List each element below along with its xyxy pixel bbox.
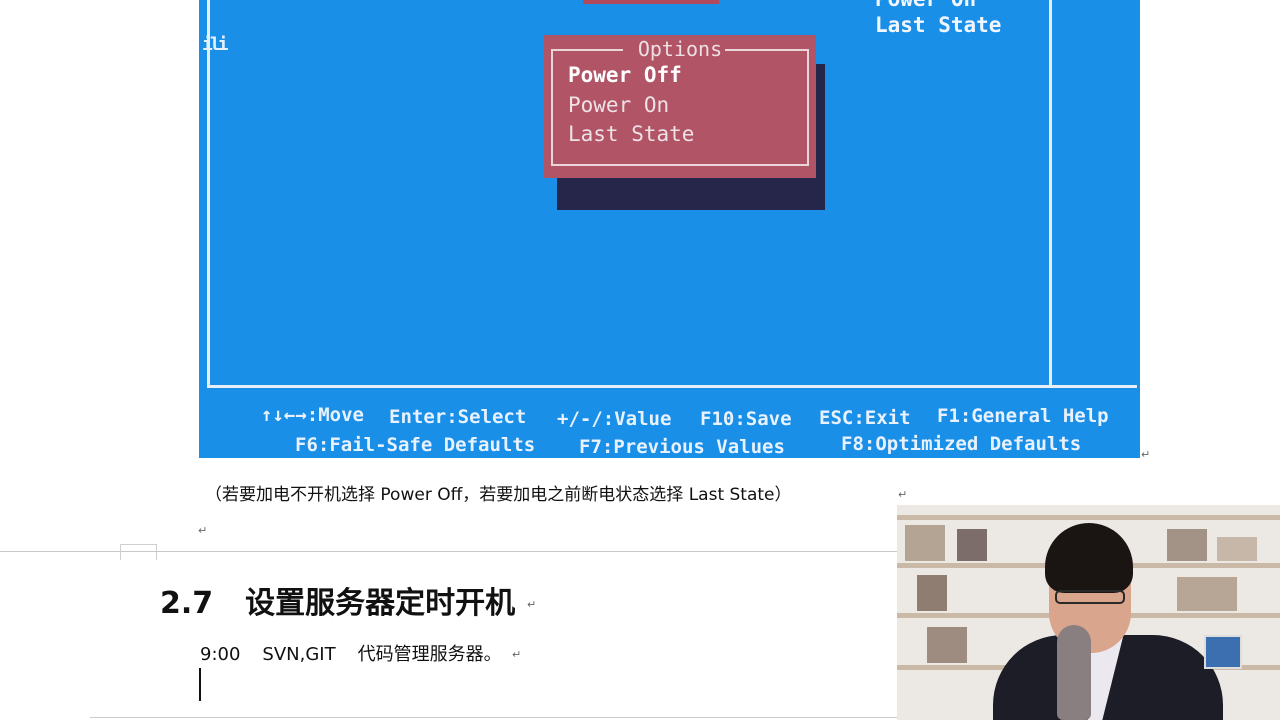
key-move: ↑↓←→:Move (261, 404, 364, 426)
section-number: 2.7 (160, 586, 214, 621)
key-exit: ESC:Exit (819, 407, 911, 429)
body-line: 9:00 SVN,GIT 代码管理服务器。 (200, 640, 502, 666)
presenter-video-icon (897, 505, 1280, 720)
shelf (897, 515, 1280, 520)
time-text: 9:00 (200, 644, 241, 665)
option-power-on[interactable]: Power On (568, 93, 669, 117)
paragraph-mark: ↵ (898, 488, 908, 501)
page-divider (0, 551, 900, 552)
key-previous: F7:Previous Values (579, 436, 785, 458)
options-popup-title: Options (637, 37, 723, 61)
tools-text: SVN,GIT (262, 644, 336, 665)
bios-right-panel: Power On Last State (875, 0, 1001, 38)
book (957, 529, 987, 561)
book (1167, 529, 1207, 561)
bios-left-fragment: ili (202, 34, 228, 55)
key-fail-safe: F6:Fail-Safe Defaults (295, 434, 536, 456)
book (927, 627, 967, 663)
key-value: +/-/:Value (557, 408, 672, 430)
key-select: Enter:Select (389, 406, 527, 428)
book (905, 525, 945, 561)
bottom-divider (90, 717, 900, 718)
key-help: F1:General Help (937, 405, 1109, 427)
bios-divider (1049, 0, 1052, 388)
description-text: 代码管理服务器。 (357, 644, 502, 665)
paragraph-mark: ↵ (198, 524, 208, 537)
paragraph-mark: ↵ (1141, 448, 1151, 461)
key-save: F10:Save (700, 408, 792, 430)
book (1217, 537, 1257, 561)
caption-text: （若要加电不开机选择 Power Off，若要加电之前断电状态选择 Last S… (205, 485, 792, 505)
options-popup: Options Power Off Power On Last State (544, 35, 816, 178)
bios-right-cut-line: Power On (875, 0, 1001, 12)
paragraph-mark: ↵ (512, 648, 522, 661)
glasses-icon (1055, 590, 1125, 604)
microphone-icon (1057, 625, 1091, 720)
bios-screenshot: ili Power On Last State Options Power Of… (199, 0, 1140, 458)
option-last-state[interactable]: Last State (568, 122, 694, 146)
book (917, 575, 947, 611)
bios-right-line: Last State (875, 13, 1002, 37)
text-cursor[interactable] (199, 668, 201, 701)
section-heading: 2.7 设置服务器定时开机 (160, 578, 515, 622)
book (1177, 577, 1237, 611)
monitor-icon (1204, 635, 1242, 669)
key-optimized: F8:Optimized Defaults (841, 433, 1082, 455)
page-break-tab (120, 544, 157, 560)
section-title: 设置服务器定时开机 (245, 586, 516, 621)
paragraph-mark: ↵ (527, 598, 537, 611)
option-power-off[interactable]: Power Off (568, 63, 682, 87)
